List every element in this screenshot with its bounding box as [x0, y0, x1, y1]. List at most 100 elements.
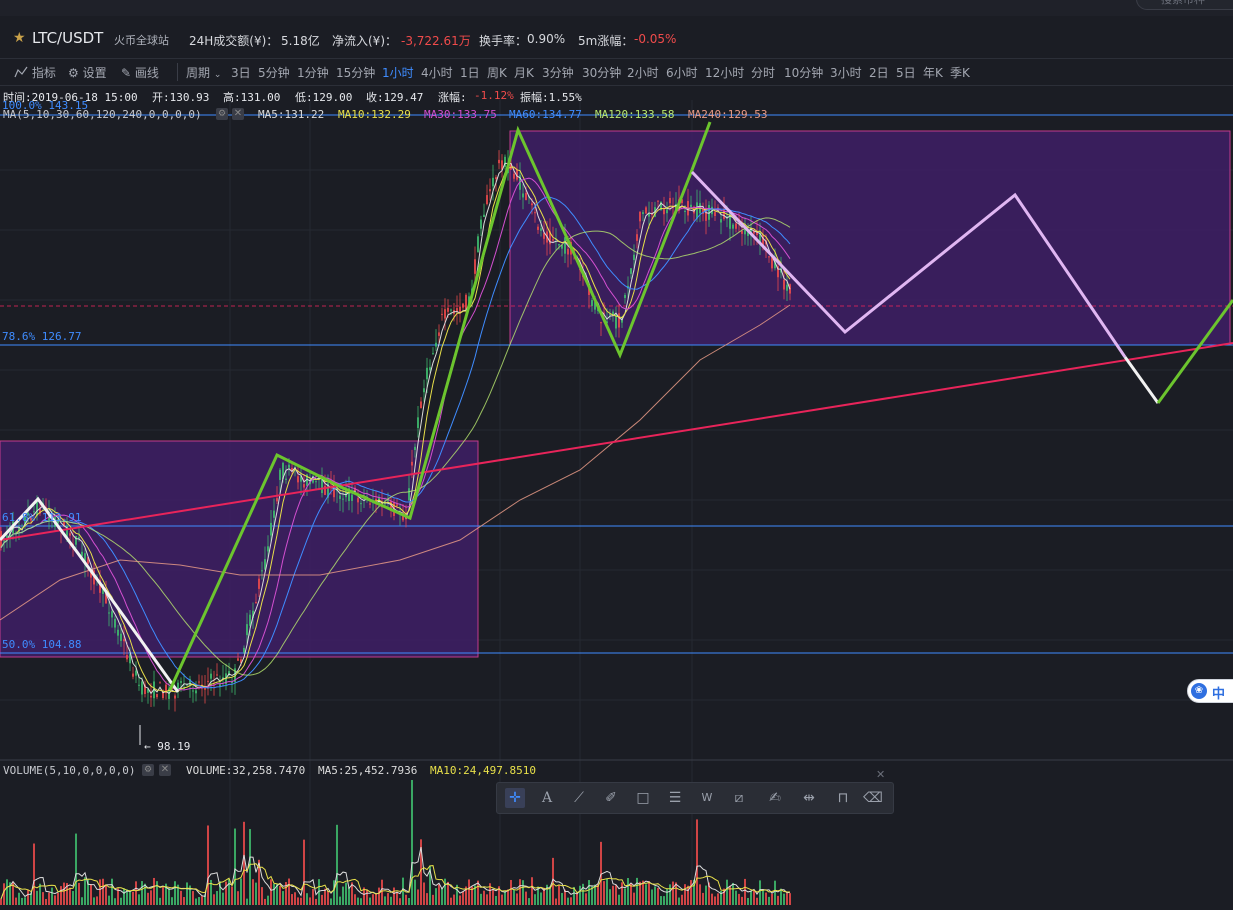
volume-bar	[588, 880, 590, 905]
volume-gear-icon[interactable]: ⚙	[142, 764, 154, 776]
volume-bar	[261, 887, 263, 905]
volume-bar	[504, 891, 506, 905]
volume-bar	[780, 888, 782, 905]
candle-body	[483, 214, 485, 218]
candle-body	[417, 417, 419, 428]
close-icon[interactable]: ✕	[232, 108, 244, 120]
period-tab[interactable]: 4小时	[421, 64, 453, 81]
period-tab[interactable]: 3分钟	[542, 64, 574, 81]
volume-bar	[180, 890, 182, 905]
period-tab[interactable]: 分时	[751, 64, 775, 81]
draw-button[interactable]: ✎ 画线	[121, 64, 159, 81]
volume-bar	[105, 885, 107, 905]
period-tab[interactable]: 3日	[231, 64, 251, 81]
indicator-button[interactable]: 指标	[14, 64, 56, 81]
language-badge[interactable]: ❀ 中	[1187, 679, 1233, 703]
period-tab[interactable]: 季K	[950, 64, 970, 81]
fib-icon[interactable]: ☰	[665, 788, 685, 808]
candle-body	[273, 510, 275, 518]
candle-body	[564, 237, 566, 254]
volume-definition: VOLUME(5,10,0,0,0,0)	[3, 764, 136, 777]
period-tab[interactable]: 5日	[896, 64, 916, 81]
market-info-bar: ★ LTC/USDT 火币全球站 24H成交额(¥)： 5.18亿 净流入(¥)…	[0, 26, 1233, 54]
candle-body	[141, 681, 143, 695]
volume-bar	[714, 896, 716, 905]
volume-bar	[738, 893, 740, 905]
volume-bar	[153, 877, 155, 905]
volume-bar	[60, 886, 62, 905]
line-icon[interactable]: ⟋	[569, 788, 589, 808]
volume-bar	[426, 893, 428, 905]
period-tab[interactable]: 1小时	[382, 64, 414, 81]
period-tab[interactable]: 2日	[869, 64, 889, 81]
volume-bar	[750, 890, 752, 905]
volume-bar	[75, 833, 77, 905]
period-tab[interactable]: 月K	[514, 64, 534, 81]
volume-bar	[141, 881, 143, 905]
volume-ma10-line	[0, 863, 791, 900]
brush-icon[interactable]: ✍	[765, 788, 785, 808]
ma5-value: MA5:131.22	[258, 108, 325, 121]
candle-body	[741, 231, 743, 234]
candle-body	[525, 192, 527, 201]
volume-bar	[651, 889, 653, 905]
volume-close-icon[interactable]: ✕	[159, 764, 171, 776]
period-dropdown[interactable]: 周期 ⌄	[186, 64, 221, 81]
netflow-label: 净流入(¥)：	[332, 34, 397, 48]
period-tab[interactable]: 30分钟	[582, 64, 621, 81]
candle-body	[132, 673, 134, 677]
period-tab[interactable]: 6小时	[666, 64, 698, 81]
volume-bar	[231, 886, 233, 905]
trash-icon[interactable]: ⌫	[863, 788, 883, 808]
candle-body	[732, 224, 734, 229]
candle-body	[432, 353, 434, 355]
candle-body	[342, 498, 344, 500]
candle-body	[636, 234, 638, 241]
volume-bar	[453, 894, 455, 905]
crosshair-icon[interactable]: ✛	[505, 788, 525, 808]
volume-bar	[264, 898, 266, 905]
period-tab[interactable]: 年K	[923, 64, 943, 81]
volume-bar	[756, 897, 758, 905]
volume-bar	[753, 890, 755, 905]
volume-bar	[378, 887, 380, 905]
period-tab[interactable]: 3小时	[830, 64, 862, 81]
period-tab[interactable]: 2小时	[627, 64, 659, 81]
volume-bar	[129, 890, 131, 905]
text-icon[interactable]: A	[537, 788, 557, 808]
volume-bar	[762, 889, 764, 905]
candle-body	[489, 189, 491, 192]
settings-button[interactable]: ⚙ 设置	[68, 64, 107, 81]
volume-bar	[423, 882, 425, 905]
candle-body	[288, 464, 290, 468]
period-tab[interactable]: 周K	[487, 64, 507, 81]
drawbar-close-icon[interactable]: ✕	[876, 768, 885, 781]
candle-body	[450, 309, 452, 311]
lock-icon[interactable]: ⊓	[833, 788, 853, 808]
search-input[interactable]: 搜索币种	[1136, 0, 1233, 10]
candle-body	[369, 503, 371, 505]
gear-icon[interactable]: ⚙	[216, 108, 228, 120]
ruler-icon[interactable]: ⧄	[729, 788, 749, 808]
volume-bar	[414, 879, 416, 905]
wave-icon[interactable]: W	[697, 788, 717, 808]
rect-icon[interactable]: □	[633, 788, 653, 808]
volume-bar	[441, 887, 443, 905]
volume-bar	[345, 882, 347, 905]
period-tab[interactable]: 15分钟	[336, 64, 375, 81]
period-tab[interactable]: 1分钟	[297, 64, 329, 81]
period-tab[interactable]: 10分钟	[784, 64, 823, 81]
pair-name[interactable]: LTC/USDT	[32, 29, 103, 47]
star-icon[interactable]: ★	[13, 30, 26, 46]
period-tab[interactable]: 5分钟	[258, 64, 290, 81]
candle-body	[174, 695, 176, 699]
volume-bar	[201, 896, 203, 905]
volume-bar	[687, 885, 689, 905]
period-tab[interactable]: 1日	[460, 64, 480, 81]
candle-body	[552, 239, 554, 241]
range-icon[interactable]: ⇹	[799, 788, 819, 808]
candle-body	[438, 332, 440, 336]
period-tab[interactable]: 12小时	[705, 64, 744, 81]
volume-bar	[555, 898, 557, 905]
pen-icon[interactable]: ✐	[601, 788, 621, 808]
